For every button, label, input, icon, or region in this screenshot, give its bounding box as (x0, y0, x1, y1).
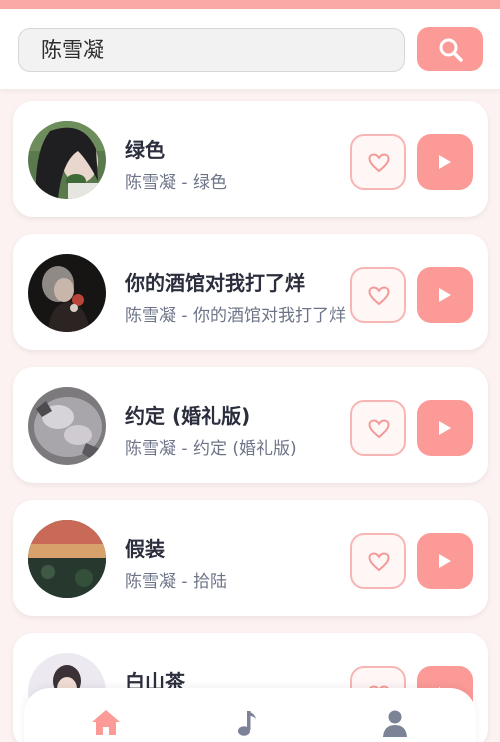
song-subtitle: 陈雪凝 - 拾陆 (125, 572, 227, 592)
album-cover (28, 387, 106, 465)
song-list: 绿色 陈雪凝 - 绿色 你的酒馆对我打了烊 陈雪凝 - 你的酒馆对我打了烊 约定… (0, 89, 500, 742)
song-title: 绿色 (125, 138, 165, 162)
nav-music[interactable] (232, 706, 268, 742)
play-icon (439, 554, 451, 568)
song-title: 你的酒馆对我打了烊 (125, 271, 305, 295)
heart-outline-icon (368, 552, 390, 572)
heart-outline-icon (368, 286, 390, 306)
search-icon (439, 38, 463, 62)
song-card[interactable]: 假装 陈雪凝 - 拾陆 (13, 500, 488, 616)
song-title: 假装 (125, 537, 165, 561)
bottom-navigation (24, 688, 476, 742)
home-icon (92, 710, 120, 735)
song-card[interactable]: 约定 (婚礼版) 陈雪凝 - 约定 (婚礼版) (13, 367, 488, 483)
album-cover (28, 121, 106, 199)
album-cover (28, 520, 106, 598)
music-note-icon (238, 711, 256, 736)
play-icon (439, 288, 451, 302)
search-header: 陈雪凝 (0, 9, 500, 89)
album-cover (28, 254, 106, 332)
top-accent-strip (0, 0, 500, 9)
heart-outline-icon (368, 153, 390, 173)
play-icon (439, 155, 451, 169)
song-subtitle: 陈雪凝 - 约定 (婚礼版) (125, 439, 297, 459)
song-card[interactable]: 你的酒馆对我打了烊 陈雪凝 - 你的酒馆对我打了烊 (13, 234, 488, 350)
play-icon (439, 421, 451, 435)
play-button[interactable] (417, 400, 473, 456)
play-button[interactable] (417, 134, 473, 190)
song-subtitle: 陈雪凝 - 绿色 (125, 173, 227, 193)
search-input[interactable]: 陈雪凝 (18, 28, 405, 72)
song-subtitle: 陈雪凝 - 你的酒馆对我打了烊 (125, 306, 346, 326)
nav-home[interactable] (88, 706, 124, 742)
nav-profile[interactable] (378, 706, 414, 742)
song-title: 约定 (婚礼版) (125, 404, 251, 428)
favorite-button[interactable] (350, 267, 406, 323)
play-button[interactable] (417, 533, 473, 589)
favorite-button[interactable] (350, 134, 406, 190)
favorite-button[interactable] (350, 400, 406, 456)
favorite-button[interactable] (350, 533, 406, 589)
play-button[interactable] (417, 267, 473, 323)
heart-outline-icon (368, 419, 390, 439)
search-button[interactable] (417, 27, 483, 71)
user-icon (383, 710, 407, 737)
song-card[interactable]: 绿色 陈雪凝 - 绿色 (13, 101, 488, 217)
